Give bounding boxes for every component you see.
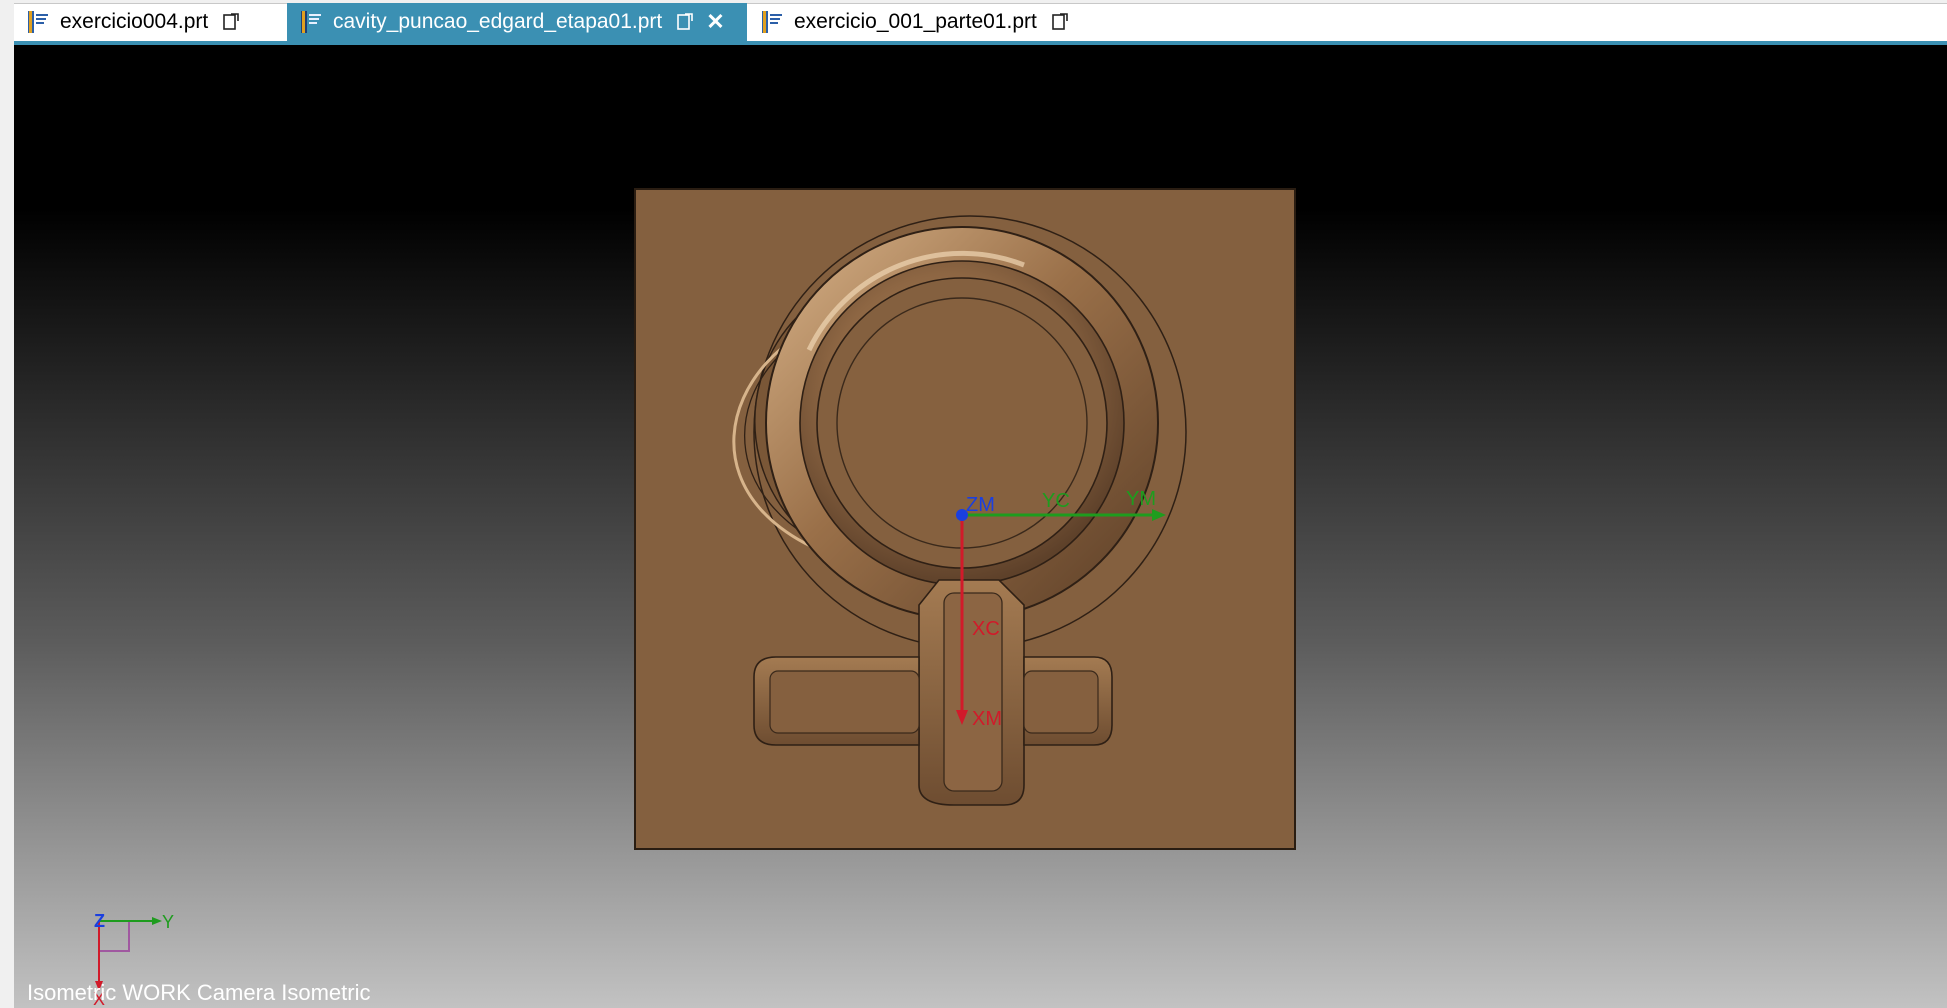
- modified-status-icon: [1052, 13, 1068, 30]
- tab-label: exercicio004.prt: [60, 10, 209, 33]
- part-file-icon: [28, 11, 48, 33]
- modified-status-icon: [223, 13, 240, 30]
- ym-axis-label: YM: [1126, 488, 1156, 510]
- left-slot-floor: [769, 670, 920, 734]
- xm-axis-label: XM: [972, 708, 1002, 730]
- part-file-icon: [762, 11, 782, 33]
- model-canvas[interactable]: ZM YC YM XC XM Z Y X: [14, 45, 1947, 1008]
- cad-window: exercicio004.prt cavity_puncao_edgard_et…: [0, 0, 1947, 1008]
- yc-axis-label: YC: [1042, 490, 1070, 512]
- part-file-icon: [301, 11, 321, 33]
- modified-status-icon: [677, 13, 694, 30]
- triad-y-label: Y: [162, 912, 174, 932]
- graphics-viewport[interactable]: ZM YC YM XC XM Z Y X Isometric WORK Came…: [14, 45, 1947, 1008]
- close-tab-icon[interactable]: ✕: [706, 11, 724, 33]
- view-name-label: Isometric WORK Camera Isometric: [27, 980, 371, 1005]
- tab-cavity-puncao-edgard-etapa01[interactable]: cavity_puncao_edgard_etapa01.prt ✕: [287, 3, 747, 41]
- right-slot-floor: [1023, 670, 1099, 734]
- zm-axis-label: ZM: [966, 494, 995, 516]
- tab-exercicio004[interactable]: exercicio004.prt: [14, 3, 286, 41]
- xc-axis-label: XC: [972, 618, 1000, 640]
- triad-y-arrow: [152, 917, 162, 925]
- tab-label: exercicio_001_parte01.prt: [794, 10, 1037, 33]
- tab-label: cavity_puncao_edgard_etapa01.prt: [333, 10, 663, 33]
- triad-z-label: Z: [94, 911, 105, 931]
- tab-exercicio-001-parte01[interactable]: exercicio_001_parte01.prt: [748, 3, 1078, 41]
